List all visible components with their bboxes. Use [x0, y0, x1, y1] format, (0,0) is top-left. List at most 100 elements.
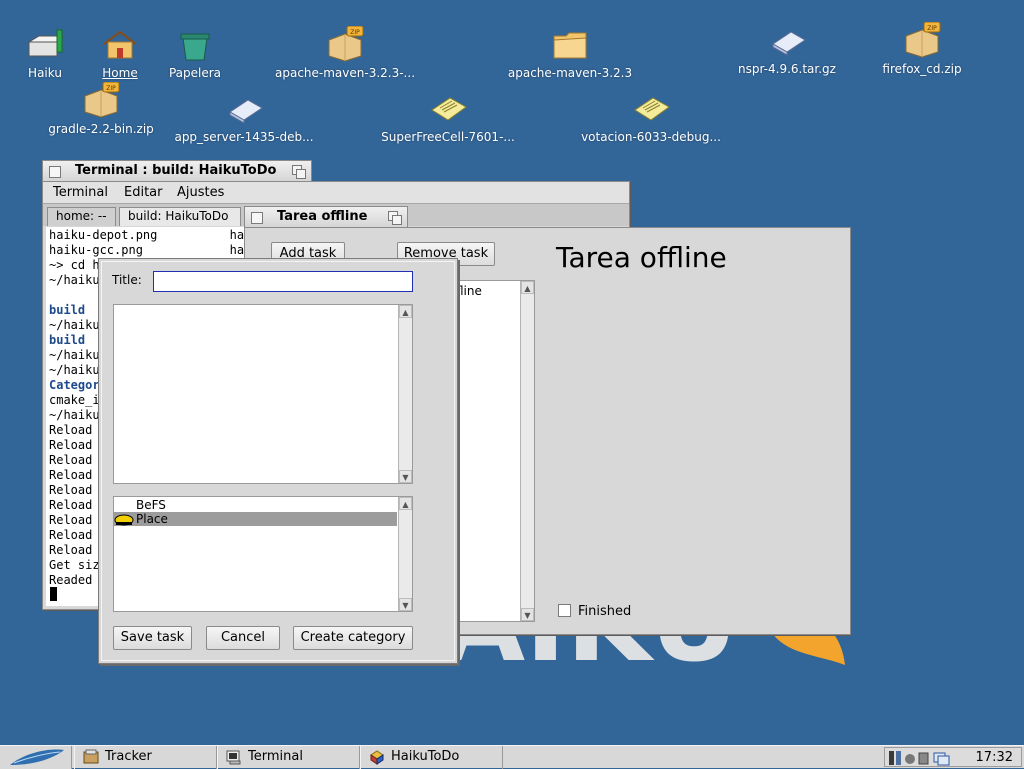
terminal-icon: [226, 750, 241, 765]
description-textarea[interactable]: ▲ ▼: [113, 304, 413, 484]
category-item[interactable]: Place: [114, 512, 397, 526]
terminal-line: ~> cd h: [49, 258, 100, 272]
finished-label: Finished: [578, 604, 632, 619]
close-icon[interactable]: [49, 166, 61, 178]
terminal-line: ~/haiku: [49, 273, 100, 287]
menu-terminal[interactable]: Terminal: [53, 185, 108, 200]
new-task-dialog: Title: ▲ ▼ ▲ ▼ BeFS Place Save task Cance…: [98, 258, 458, 664]
home-icon: [103, 30, 137, 59]
desktop-icon-label: SuperFreeCell-7601-...: [381, 130, 515, 144]
text-icon: [431, 97, 467, 121]
tracker-icon: [83, 749, 99, 764]
taskbar-item[interactable]: Tracker: [74, 746, 217, 769]
taskbar-item-label: Terminal: [248, 749, 303, 764]
title-input[interactable]: [153, 271, 413, 292]
zoom-icon[interactable]: [388, 211, 402, 225]
title-label: Title:: [112, 273, 142, 287]
category-list[interactable]: ▲ ▼ BeFS Place: [113, 496, 413, 612]
taskbar-item-label: HaikuToDo: [391, 749, 460, 764]
terminal-line: Readed: [49, 573, 93, 587]
task-item[interactable]: fline: [456, 284, 482, 298]
terminal-line: build: [49, 333, 86, 347]
zoom-icon[interactable]: [292, 165, 306, 179]
terminal-line: ~/haiku: [49, 318, 100, 332]
terminal-line: Reload: [49, 483, 93, 497]
haikutodo-icon: [370, 750, 384, 765]
archive-icon: [229, 99, 263, 124]
svg-text:ZIP: ZIP: [106, 85, 116, 92]
terminal-line: Reload: [49, 513, 93, 527]
terminal-line: Reload: [49, 528, 93, 542]
taskbar-item-label: Tracker: [105, 749, 152, 764]
svg-text:ZIP: ZIP: [927, 25, 937, 32]
desktop-icon-label: gradle-2.2-bin.zip: [48, 122, 154, 136]
place-icon: [114, 514, 134, 526]
category-item[interactable]: BeFS: [114, 498, 397, 512]
deskbar-menu-button[interactable]: [0, 746, 72, 769]
close-icon[interactable]: [251, 212, 263, 224]
desktop-icon-label: firefox_cd.zip: [882, 62, 962, 76]
desktop-icon-label: apache-maven-3.2.3-...: [274, 66, 416, 80]
drive-icon: [27, 29, 65, 57]
scroll-down-icon[interactable]: ▼: [399, 470, 412, 483]
terminal-line: Reload: [49, 543, 93, 557]
taskbar-item[interactable]: Terminal: [217, 746, 360, 769]
save-task-button[interactable]: Save task: [113, 626, 192, 650]
terminal-line: ~/haiku: [49, 348, 100, 362]
scroll-down-icon[interactable]: ▼: [521, 608, 534, 621]
terminal-line: Reload: [49, 423, 93, 437]
archive-icon: [772, 31, 806, 56]
zip-icon: ZIP: [84, 82, 120, 118]
category-list-scrollbar[interactable]: ▲ ▼: [398, 497, 412, 611]
clock[interactable]: 17:32: [976, 750, 1013, 765]
window-title: Tarea offline: [277, 209, 368, 224]
finished-checkbox[interactable]: [558, 604, 571, 617]
scroll-up-icon[interactable]: ▲: [399, 497, 412, 510]
task-list-scrollbar[interactable]: ▲ ▼: [520, 281, 534, 621]
system-tray: 17:32: [884, 747, 1022, 767]
scroll-up-icon[interactable]: ▲: [399, 305, 412, 318]
desktop-icon-label: app_server-1435-deb...: [174, 130, 314, 144]
desktop-icon-label: nspr-4.9.6.tar.gz: [738, 62, 836, 76]
task-heading: Tarea offline: [556, 241, 727, 274]
terminal-window-tab[interactable]: Terminal : build: HaikuToDo: [42, 160, 312, 182]
terminal-line: Reload: [49, 498, 93, 512]
tab-home[interactable]: home: --: [47, 207, 116, 226]
category-label: BeFS: [136, 498, 166, 512]
terminal-line: Reload: [49, 468, 93, 482]
terminal-line: build: [49, 303, 86, 317]
terminal-line: ~/haiku: [49, 363, 100, 377]
terminal-line: haiku-depot.png haiku: [49, 228, 266, 242]
text-icon: [634, 97, 670, 121]
deskbar: Tracker Terminal HaikuToDo 17:32: [0, 745, 1024, 769]
svg-text:ZIP: ZIP: [350, 29, 360, 36]
menu-ajustes[interactable]: Ajustes: [177, 185, 224, 200]
zip-icon: ZIP: [328, 26, 364, 62]
description-scrollbar[interactable]: ▲ ▼: [398, 305, 412, 483]
terminal-line: cmake_i: [49, 393, 100, 407]
trash-icon: [180, 33, 210, 61]
window-title: Terminal : build: HaikuToDo: [75, 163, 277, 178]
menu-editar[interactable]: Editar: [124, 185, 163, 200]
zip-icon: ZIP: [905, 22, 941, 58]
desktop-icon-label: Haiku: [28, 66, 62, 80]
terminal-line: ~/haiku: [49, 408, 100, 422]
scroll-down-icon[interactable]: ▼: [399, 598, 412, 611]
terminal-line: Reload: [49, 453, 93, 467]
desktop-icon-label: votacion-6033-debug...: [581, 130, 721, 144]
todo-window-tab[interactable]: Tarea offline: [244, 206, 408, 228]
tab-build-haikutodo[interactable]: build: HaikuToDo: [119, 207, 241, 226]
cancel-button[interactable]: Cancel: [206, 626, 280, 650]
scroll-up-icon[interactable]: ▲: [521, 281, 534, 294]
create-category-button[interactable]: Create category: [293, 626, 413, 650]
desktop-icon-label: Home: [102, 66, 138, 80]
tray-icons[interactable]: [888, 750, 952, 766]
terminal-line: Get siz: [49, 558, 100, 572]
terminal-line: Categor: [49, 378, 100, 392]
haiku-leaf-icon: [10, 749, 64, 765]
terminal-line: Reload: [49, 438, 93, 452]
category-label: Place: [136, 512, 168, 526]
desktop-icon-label: apache-maven-3.2.3: [507, 66, 633, 80]
taskbar-item[interactable]: HaikuToDo: [360, 746, 503, 769]
folder-icon: [553, 32, 587, 59]
